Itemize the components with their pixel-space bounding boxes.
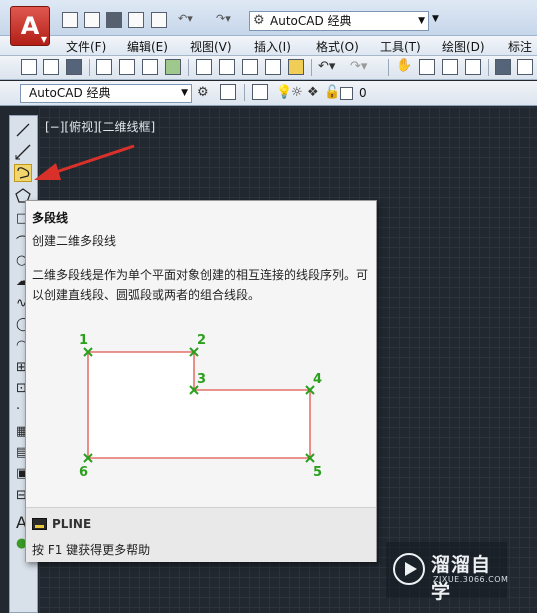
zoom-window-icon[interactable] bbox=[442, 59, 458, 75]
viewport-controls-label[interactable]: [−][俯视][二维线框] bbox=[45, 118, 155, 135]
lightbulb-icon[interactable]: 💡 bbox=[276, 85, 292, 101]
freeze-vp-icon[interactable]: ❖ bbox=[307, 85, 319, 101]
tooltip-description: 二维多段线是作为单个平面对象创建的相互连接的线段序列。可以创建直线段、圆弧段或两… bbox=[32, 268, 369, 302]
new-file-icon[interactable] bbox=[62, 12, 78, 28]
3d-dwf-icon[interactable] bbox=[165, 59, 181, 75]
lock-icon[interactable]: 🔓 bbox=[324, 85, 340, 101]
gear-icon[interactable]: ⚙ bbox=[197, 85, 209, 101]
title-bar: A ▼ ↶▾ ↷▾ ⚙ AutoCAD 经典 ▼ ▼ bbox=[0, 0, 537, 46]
undo-icon[interactable]: ↶▾ bbox=[178, 12, 193, 25]
tooltip-subtitle: 创建二维多段线 bbox=[32, 234, 117, 248]
open-icon[interactable] bbox=[43, 59, 59, 75]
workspace-value: AutoCAD 经典 bbox=[270, 14, 352, 28]
print-icon[interactable] bbox=[151, 12, 167, 28]
paste-icon[interactable] bbox=[242, 59, 258, 75]
workspace-settings-icon[interactable] bbox=[220, 84, 236, 100]
publish-icon[interactable] bbox=[142, 59, 158, 75]
pan-hand-icon[interactable]: ✋ bbox=[396, 58, 412, 74]
menu-insert[interactable]: 插入(I) bbox=[254, 38, 291, 55]
sun-icon[interactable]: ☼ bbox=[291, 85, 303, 101]
cut-icon[interactable] bbox=[196, 59, 212, 75]
properties-icon[interactable] bbox=[495, 59, 511, 75]
figure-point-6: 6 bbox=[79, 465, 88, 480]
menu-dimension[interactable]: 标注 bbox=[508, 38, 532, 55]
match-properties-icon[interactable] bbox=[288, 59, 304, 75]
figure-point-1: 1 bbox=[79, 333, 88, 348]
figure-point-4: 4 bbox=[313, 372, 322, 387]
workspace-dropdown[interactable]: ⚙ AutoCAD 经典 ▼ bbox=[249, 11, 429, 31]
new-icon[interactable] bbox=[21, 59, 37, 75]
layer-name[interactable]: 0 bbox=[359, 86, 367, 100]
construction-line-icon[interactable] bbox=[14, 143, 32, 161]
menu-view[interactable]: 视图(V) bbox=[190, 38, 232, 55]
workspace-combo[interactable]: AutoCAD 经典 ▼ bbox=[20, 84, 192, 103]
chevron-down-icon: ▼ bbox=[418, 16, 425, 26]
figure-point-3: 3 bbox=[197, 372, 206, 387]
standard-toolbar: ↶▾ ↷▾ ✋ bbox=[0, 56, 537, 80]
zoom-previous-icon[interactable] bbox=[465, 59, 481, 75]
tooltip-help-text: 按 F1 键获得更多帮助 bbox=[32, 543, 151, 557]
layer-properties-icon[interactable] bbox=[252, 84, 268, 100]
copy-icon[interactable] bbox=[219, 59, 235, 75]
menu-edit[interactable]: 编辑(E) bbox=[127, 38, 168, 55]
figure-point-2: 2 bbox=[197, 333, 206, 348]
open-folder-icon[interactable] bbox=[84, 12, 100, 28]
paste-block-icon[interactable] bbox=[265, 59, 281, 75]
menu-bar: 文件(F) 编辑(E) 视图(V) 插入(I) 格式(O) 工具(T) 绘图(D… bbox=[0, 36, 537, 56]
polyline-icon[interactable] bbox=[14, 164, 32, 182]
point-icon[interactable]: · bbox=[16, 402, 20, 417]
gear-icon: ⚙ bbox=[253, 13, 265, 28]
save-icon[interactable] bbox=[106, 12, 122, 28]
zoom-realtime-icon[interactable] bbox=[419, 59, 435, 75]
figure-point-5: 5 bbox=[313, 465, 322, 480]
save-as-icon[interactable] bbox=[128, 12, 144, 28]
chevron-down-icon: ▼ bbox=[181, 88, 188, 98]
undo-icon[interactable]: ↶▾ bbox=[318, 59, 335, 75]
menu-file[interactable]: 文件(F) bbox=[66, 38, 106, 55]
command-line-icon bbox=[32, 518, 47, 530]
tooltip-title: 多段线 bbox=[32, 211, 69, 225]
play-logo-icon bbox=[393, 553, 425, 585]
save-icon[interactable] bbox=[66, 59, 82, 75]
menu-format[interactable]: 格式(O) bbox=[316, 38, 359, 55]
layer-color-swatch[interactable] bbox=[340, 87, 353, 100]
line-icon[interactable] bbox=[14, 121, 32, 139]
tooltip-command: PLINE bbox=[52, 517, 92, 531]
plot-preview-icon[interactable] bbox=[119, 59, 135, 75]
redo-icon[interactable]: ↷▾ bbox=[350, 59, 367, 75]
workspace-combo-value: AutoCAD 经典 bbox=[29, 86, 111, 100]
menu-draw[interactable]: 绘图(D) bbox=[442, 38, 485, 55]
site-watermark: 溜溜自学 ZIXUE.3066.COM bbox=[386, 542, 509, 603]
watermark-url: ZIXUE.3066.COM bbox=[433, 575, 509, 584]
design-center-icon[interactable] bbox=[517, 59, 533, 75]
caret-down-icon: ▼ bbox=[40, 35, 47, 44]
application-menu-button[interactable]: A ▼ bbox=[10, 6, 50, 46]
tooltip-footer: PLINE 按 F1 键获得更多帮助 bbox=[26, 507, 376, 562]
menu-tools[interactable]: 工具(T) bbox=[380, 38, 421, 55]
polyline-tooltip: 多段线 创建二维多段线 二维多段线是作为单个平面对象创建的相互连接的线段序列。可… bbox=[25, 200, 377, 562]
plot-icon[interactable] bbox=[96, 59, 112, 75]
redo-icon[interactable]: ↷▾ bbox=[216, 12, 231, 25]
customize-quick-access-icon[interactable]: ▼ bbox=[432, 14, 439, 24]
polyline-illustration: 1 2 3 4 5 6 bbox=[79, 333, 322, 480]
workspace-layer-toolbar: AutoCAD 经典 ▼ ⚙ 💡 ☼ ❖ 🔓 0 bbox=[0, 81, 537, 106]
